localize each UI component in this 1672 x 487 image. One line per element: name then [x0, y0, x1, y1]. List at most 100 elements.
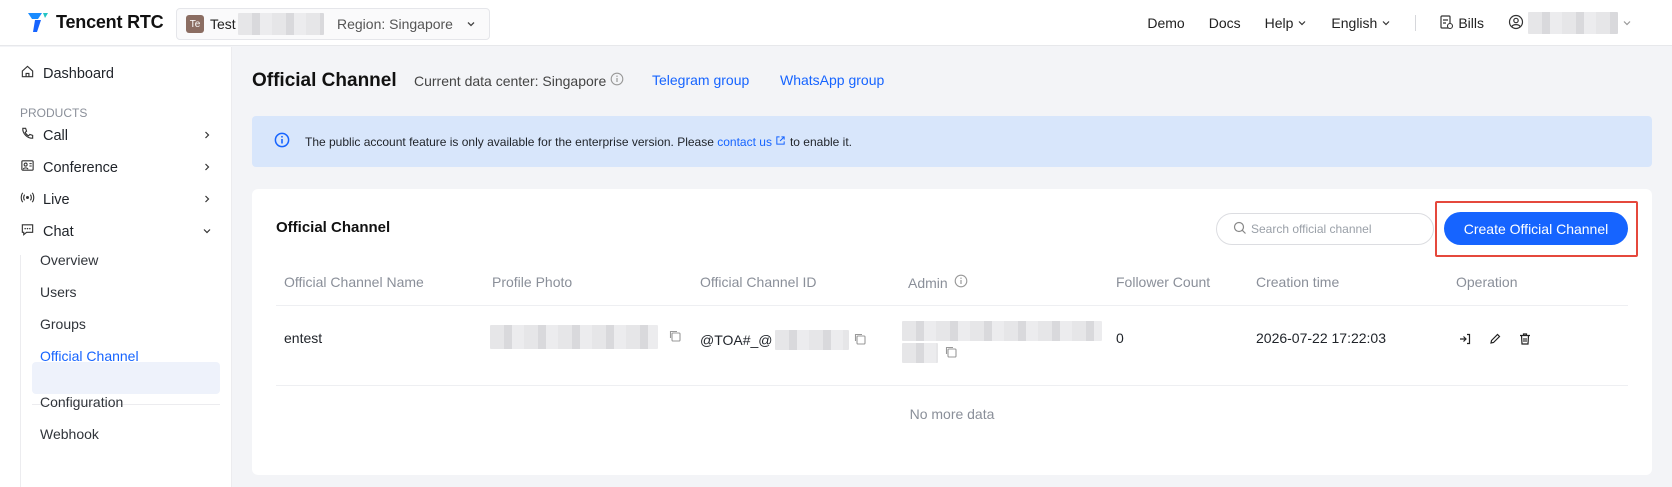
- redacted-channel-id: [774, 330, 849, 350]
- sidebar-item-overview[interactable]: Overview: [40, 252, 98, 268]
- nav-bills-label: Bills: [1458, 15, 1484, 31]
- contact-us-link[interactable]: contact us: [717, 135, 772, 149]
- nav-help-label: Help: [1264, 15, 1294, 31]
- sidebar-item-webhook[interactable]: Webhook: [40, 426, 99, 442]
- info-circle-icon[interactable]: [954, 274, 968, 291]
- column-header-admin: Admin: [908, 274, 968, 291]
- sidebar-item-users[interactable]: Users: [40, 284, 77, 300]
- row-divider: [276, 385, 1628, 386]
- brand-logo[interactable]: Tencent RTC: [26, 10, 164, 34]
- sidebar-item-label: Chat: [43, 223, 74, 240]
- top-nav: Demo Docs Help English Bills: [1147, 0, 1672, 46]
- sidebar-item-live[interactable]: Live: [20, 190, 212, 209]
- enterprise-notice: The public account feature is only avail…: [252, 116, 1652, 167]
- app-selector[interactable]: Te Test Region: Singapore: [176, 8, 490, 40]
- column-header-profile-photo: Profile Photo: [492, 274, 573, 290]
- enter-icon[interactable]: [1456, 330, 1474, 348]
- nav-bills[interactable]: Bills: [1438, 14, 1484, 33]
- copy-icon[interactable]: [853, 332, 867, 349]
- sidebar-item-label: Live: [43, 191, 70, 208]
- app-name: Test: [210, 16, 236, 32]
- sidebar-item-call[interactable]: Call: [20, 126, 212, 145]
- search-input[interactable]: [1251, 222, 1431, 236]
- redacted-username: [1528, 12, 1618, 34]
- chevron-right-icon: [202, 128, 212, 144]
- sidebar-item-conference[interactable]: Conference: [20, 158, 212, 177]
- logo-icon: [26, 10, 50, 34]
- page-title: Official Channel: [252, 70, 397, 91]
- create-official-channel-button[interactable]: Create Official Channel: [1444, 212, 1628, 245]
- info-circle-icon: [274, 132, 290, 151]
- sidebar-item-label: Conference: [43, 159, 118, 176]
- nav-demo[interactable]: Demo: [1147, 15, 1184, 31]
- copy-icon[interactable]: [668, 329, 682, 346]
- data-center-label: Current data center: Singapore: [414, 72, 624, 89]
- nav-divider: [1415, 15, 1417, 31]
- card-title: Official Channel: [276, 219, 391, 236]
- redacted-app-id: [237, 13, 324, 35]
- bills-icon: [1438, 14, 1454, 33]
- search-box[interactable]: [1216, 213, 1434, 245]
- chevron-right-icon: [202, 192, 212, 208]
- channel-name: entest: [284, 330, 323, 346]
- nav-docs-label: Docs: [1208, 15, 1241, 31]
- nav-demo-label: Demo: [1147, 15, 1185, 31]
- user-menu[interactable]: [1508, 12, 1632, 34]
- whatsapp-group-link[interactable]: WhatsApp group: [780, 72, 884, 88]
- sidebar-item-configuration[interactable]: Configuration: [40, 394, 123, 410]
- sidebar-item-label: Call: [43, 127, 68, 144]
- external-link-icon: [775, 135, 786, 149]
- sidebar-item-label: Dashboard: [43, 65, 114, 82]
- app-badge: Te: [186, 15, 204, 33]
- chevron-down-icon: [1297, 15, 1307, 31]
- phone-icon: [20, 126, 35, 145]
- notice-text-end: to enable it.: [789, 134, 852, 149]
- live-icon: [20, 190, 35, 209]
- header-divider: [276, 305, 1628, 306]
- admin-cell: [902, 321, 1102, 363]
- edit-icon[interactable]: [1486, 330, 1504, 348]
- official-channel-card: Official Channel Create Official Channel…: [252, 189, 1652, 475]
- sidebar-item-groups[interactable]: Groups: [40, 316, 86, 332]
- home-icon: [20, 64, 35, 83]
- no-more-data-label: No more data: [909, 406, 995, 422]
- redacted-admin-2: [902, 343, 938, 363]
- chat-icon: [20, 222, 35, 241]
- column-header-creation-time: Creation time: [1256, 274, 1340, 290]
- chevron-down-icon: [1381, 15, 1391, 31]
- sidebar-item-dashboard[interactable]: Dashboard: [20, 64, 114, 83]
- channel-id: @TOA#_@: [700, 332, 773, 348]
- delete-icon[interactable]: [1516, 330, 1534, 348]
- nav-language[interactable]: English: [1331, 15, 1391, 31]
- sidebar-item-chat[interactable]: Chat: [20, 222, 212, 241]
- chevron-right-icon: [202, 160, 212, 176]
- nav-language-label: English: [1331, 15, 1378, 31]
- column-header-name: Official Channel Name: [284, 274, 424, 290]
- sidebar-item-official-channel[interactable]: Official Channel: [40, 348, 139, 364]
- telegram-group-link[interactable]: Telegram group: [652, 72, 749, 88]
- copy-icon[interactable]: [944, 345, 958, 362]
- nav-docs[interactable]: Docs: [1209, 15, 1241, 31]
- redacted-admin: [902, 321, 1102, 341]
- sidebar-section-label: PRODUCTS: [20, 106, 88, 120]
- notice-text: The public account feature is only avail…: [305, 134, 714, 149]
- chevron-down-icon: [1622, 15, 1632, 31]
- column-header-operation: Operation: [1456, 274, 1518, 290]
- data-center-text: Current data center: Singapore: [414, 72, 607, 89]
- redacted-profile-photo: [490, 325, 658, 349]
- column-header-follower-count: Follower Count: [1116, 274, 1211, 290]
- conference-icon: [20, 158, 35, 177]
- row-operations: [1456, 330, 1534, 348]
- sidebar: Dashboard PRODUCTS Call Conference Live …: [0, 47, 232, 487]
- creation-time: 2026-07-22 17:22:03: [1256, 330, 1386, 346]
- follower-count: 0: [1116, 330, 1124, 346]
- chevron-down-icon: [465, 17, 477, 33]
- nav-help[interactable]: Help: [1265, 15, 1308, 31]
- info-circle-icon[interactable]: [610, 72, 624, 89]
- channel-id-cell: @TOA#_@: [700, 330, 867, 350]
- brand-name: Tencent RTC: [56, 11, 164, 32]
- submenu-guide-line: [20, 255, 21, 487]
- sidebar-active-highlight: [32, 362, 220, 394]
- column-header-channel-id: Official Channel ID: [700, 274, 817, 290]
- search-icon: [1233, 221, 1247, 238]
